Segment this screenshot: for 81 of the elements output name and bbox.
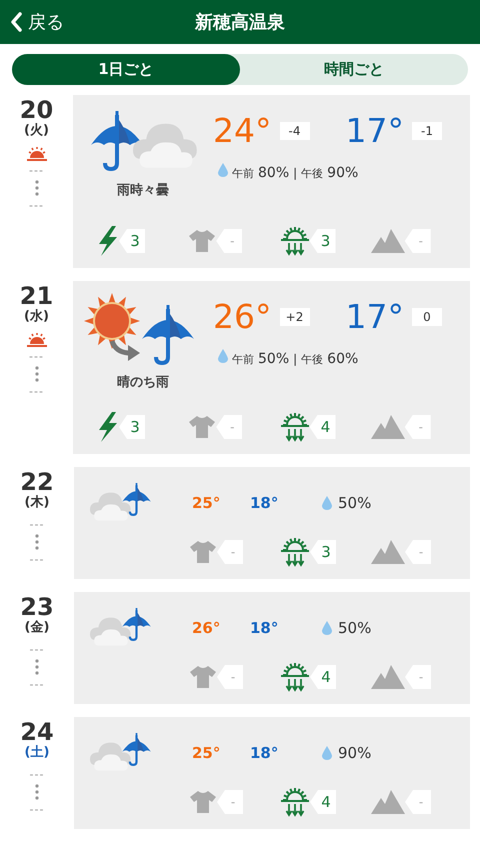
- date-number: 21: [20, 283, 54, 309]
- temperature-difference: 0: [412, 308, 442, 326]
- raindrop-icon: [322, 746, 332, 760]
- date-number: 20: [20, 97, 54, 123]
- index-value: 4: [310, 790, 336, 814]
- placeholder-dashes: ---: [29, 199, 44, 212]
- raindrop-icon: [218, 349, 228, 363]
- screen-title: 新穂高温泉: [195, 11, 285, 34]
- separator: |: [293, 166, 298, 180]
- high-temperature: 24°: [213, 111, 272, 151]
- temperature-difference: -4: [280, 122, 310, 140]
- low-temperature: 17°: [346, 111, 404, 151]
- weekday: (金): [24, 620, 50, 636]
- placeholder-dashes: ---: [29, 385, 44, 398]
- index-value: -: [217, 665, 243, 689]
- vertical-dots-icon: [35, 784, 39, 800]
- weather-condition: 雨時々曇: [117, 182, 169, 199]
- low-temperature: 18°: [250, 619, 280, 637]
- index-value: -: [405, 790, 431, 814]
- weekday: (土): [24, 745, 50, 761]
- weekday: (水): [24, 309, 49, 325]
- index-value: 3: [119, 415, 145, 439]
- back-button[interactable]: 戻る: [0, 10, 64, 34]
- rain-chance: 90%: [338, 744, 372, 762]
- placeholder-dashes: ---: [29, 350, 44, 363]
- placeholder-dashes: ---: [30, 803, 44, 816]
- raindrop-icon: [322, 621, 332, 635]
- low-temperature: 17°: [346, 297, 404, 337]
- index-value: -: [217, 540, 243, 564]
- vertical-dots-icon: [35, 659, 39, 675]
- date-number: 22: [20, 469, 54, 495]
- index-value: 4: [310, 665, 336, 689]
- placeholder-dashes: ---: [30, 678, 44, 691]
- index-value: -: [405, 665, 431, 689]
- rain-chance: 50%: [338, 494, 372, 512]
- vertical-dots-icon: [34, 366, 38, 382]
- rain-period: 午後: [301, 166, 324, 181]
- placeholder-dashes: ---: [30, 643, 44, 656]
- index-value: -: [404, 229, 431, 253]
- index-value: -: [217, 790, 243, 814]
- separator: |: [293, 352, 298, 366]
- tab[interactable]: 1日ごと: [12, 54, 240, 85]
- index-value: 4: [310, 415, 336, 439]
- date-number: 23: [20, 594, 54, 620]
- rain-chance: 50%: [338, 619, 372, 637]
- temperature-difference: -1: [412, 122, 442, 140]
- high-temperature: 26°: [213, 297, 272, 337]
- high-temperature: 26°: [192, 619, 222, 637]
- rain-period: 午前: [232, 352, 254, 367]
- rain-chance: 80%: [258, 165, 290, 181]
- index-value: -: [404, 415, 431, 439]
- rain-chance: 50%: [258, 351, 290, 367]
- placeholder-dashes: ---: [30, 518, 44, 531]
- rain-chance: 90%: [327, 165, 358, 181]
- index-value: 3: [119, 229, 145, 253]
- weekday: (火): [24, 123, 49, 139]
- index-value: -: [216, 229, 242, 253]
- index-value: -: [405, 540, 431, 564]
- rain-period: 午前: [232, 166, 254, 181]
- vertical-dots-icon: [34, 180, 38, 196]
- chevron-left-icon: [10, 12, 22, 32]
- placeholder-dashes: ---: [30, 553, 44, 566]
- low-temperature: 18°: [250, 744, 280, 762]
- high-temperature: 25°: [192, 494, 222, 512]
- tab[interactable]: 時間ごと: [240, 54, 468, 85]
- index-value: 3: [310, 229, 336, 253]
- raindrop-icon: [322, 496, 332, 510]
- index-value: -: [216, 415, 242, 439]
- placeholder-dashes: ---: [30, 768, 44, 781]
- high-temperature: 25°: [192, 744, 222, 762]
- temperature-difference: +2: [280, 308, 310, 326]
- index-value: 3: [310, 540, 336, 564]
- weather-condition: 晴のち雨: [117, 374, 169, 391]
- placeholder-dashes: ---: [29, 164, 44, 177]
- vertical-dots-icon: [35, 534, 39, 550]
- raindrop-icon: [218, 163, 228, 177]
- weekday: (木): [24, 495, 50, 511]
- date-number: 24: [20, 719, 54, 745]
- rain-period: 午後: [301, 352, 324, 367]
- rain-chance: 60%: [327, 351, 358, 367]
- low-temperature: 18°: [250, 494, 280, 512]
